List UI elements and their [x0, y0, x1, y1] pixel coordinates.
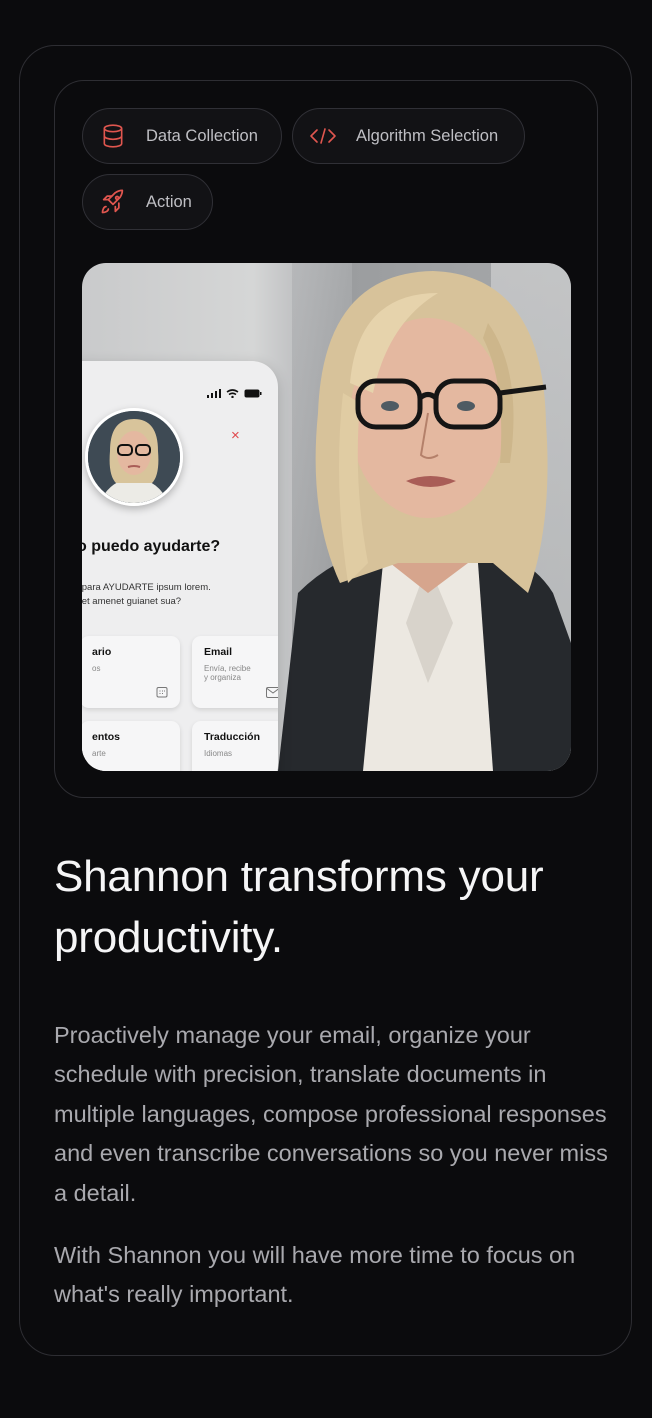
hero-image: × o puedo ayudarte? l para AYUDARTE ipsu…	[82, 263, 571, 771]
tag-algorithm-selection[interactable]: Algorithm Selection	[292, 108, 525, 164]
database-icon	[99, 122, 127, 150]
section-heading: Shannon transforms your productivity.	[54, 852, 544, 962]
tag-action[interactable]: Action	[82, 174, 213, 230]
tag-label: Action	[146, 192, 192, 211]
description-paragraph-1: Proactively manage your email, organize …	[54, 1022, 608, 1206]
calendar-icon	[156, 687, 168, 698]
tile-calendar[interactable]: ario os	[82, 636, 180, 708]
code-icon	[309, 122, 337, 150]
status-bar	[207, 389, 262, 398]
tag-label: Algorithm Selection	[356, 126, 499, 145]
close-icon[interactable]: ×	[231, 427, 240, 444]
phone-question: o puedo ayudarte?	[82, 538, 221, 555]
wifi-icon	[226, 389, 239, 398]
rocket-icon	[99, 188, 127, 216]
tile-translation[interactable]: Traducción Idiomas	[192, 721, 278, 771]
mail-icon	[266, 687, 278, 698]
app-phone-mockup: × o puedo ayudarte? l para AYUDARTE ipsu…	[82, 361, 278, 771]
signal-icon	[207, 389, 221, 398]
tag-data-collection[interactable]: Data Collection	[82, 108, 282, 164]
avatar	[85, 408, 183, 506]
preview-panel: Data Collection Algorithm Selection Acti…	[54, 80, 598, 798]
woman-portrait	[278, 271, 571, 771]
tile-documents[interactable]: entos arte	[82, 721, 180, 771]
tile-email[interactable]: Email Envía, recibe y organiza	[192, 636, 278, 708]
phone-subtitle: l para AYUDARTE ipsum lorem. set amenet …	[82, 582, 211, 607]
battery-icon	[244, 389, 262, 398]
tag-label: Data Collection	[146, 126, 258, 145]
description-paragraph-2: With Shannon you will have more time to …	[54, 1242, 576, 1308]
